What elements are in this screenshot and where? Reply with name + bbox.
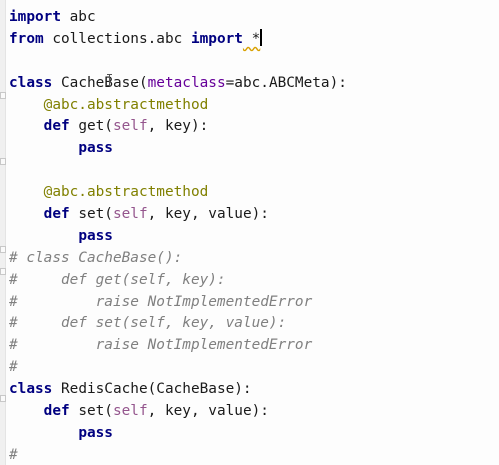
code-comment: # def get(self, key): <box>9 271 226 288</box>
fold-marker-icon[interactable] <box>0 158 6 165</box>
code-comment: # class CacheBase(): <box>9 249 183 266</box>
code-line[interactable]: # raise NotImplementedError <box>9 335 347 357</box>
code-keyword: import <box>9 9 61 25</box>
code-keyword: import <box>190 30 243 47</box>
code-line[interactable]: # <box>9 445 347 465</box>
code-line[interactable]: # raise NotImplementedError <box>9 292 347 314</box>
code-line[interactable]: from collections.abc import * <box>9 28 347 51</box>
code-comment: # <box>9 359 18 376</box>
code-keyword: def <box>43 403 70 420</box>
code-token: * <box>242 30 261 47</box>
code-area[interactable]: import abc from collections.abc import * c… <box>9 7 347 465</box>
code-line[interactable]: import abc <box>9 7 347 29</box>
code-token: self <box>112 206 148 223</box>
code-token: , key): <box>147 118 209 135</box>
code-comment: # <box>9 446 18 463</box>
code-keyword: pass <box>78 227 113 244</box>
code-token: RedisCache(CacheBase): <box>52 381 252 398</box>
code-line[interactable]: def set(self, key, value): <box>9 204 347 226</box>
fold-marker-icon[interactable] <box>0 268 6 275</box>
code-comment: # def set(self, key, value): <box>9 315 287 332</box>
code-token: set( <box>69 206 113 223</box>
code-line[interactable]: # <box>9 357 347 379</box>
code-line[interactable]: # def set(self, key, value): <box>9 313 347 335</box>
code-token: self <box>112 403 148 420</box>
code-line[interactable]: # def get(self, key): <box>9 270 347 292</box>
code-comment: # raise NotImplementedError <box>9 293 313 310</box>
code-token: set( <box>69 403 113 420</box>
code-token: CacheBase( <box>52 74 148 91</box>
fold-marker-icon[interactable] <box>0 395 6 402</box>
code-line[interactable]: def get(self, key): <box>9 116 347 138</box>
code-keyword: pass <box>78 424 113 441</box>
code-line[interactable]: pass <box>9 226 347 248</box>
code-line[interactable]: class RedisCache(CacheBase): <box>9 379 347 401</box>
text-caret <box>260 28 263 46</box>
code-token: get( <box>69 118 113 135</box>
code-token: @abc.abstractmethod <box>43 184 209 201</box>
code-comment: # raise NotImplementedError <box>9 337 313 354</box>
code-keyword: from <box>9 30 44 47</box>
code-line[interactable]: pass <box>9 423 347 445</box>
fold-marker-icon[interactable] <box>0 246 6 253</box>
code-line[interactable]: def set(self, key, value): <box>9 401 347 423</box>
code-token: =abc.ABCMeta): <box>225 74 347 91</box>
code-keyword: def <box>43 206 70 223</box>
code-keyword: class <box>9 74 53 91</box>
code-line[interactable]: pass <box>9 138 347 160</box>
code-editor[interactable]: import abc from collections.abc import * c… <box>0 0 499 465</box>
code-line[interactable]: @abc.abstractmethod <box>9 182 347 204</box>
code-line[interactable] <box>9 51 347 73</box>
code-line[interactable]: class CacheBase(metaclass=abc.ABCMeta): <box>9 73 347 95</box>
fold-marker-icon[interactable] <box>0 92 6 99</box>
code-keyword: def <box>43 118 70 135</box>
code-keyword: class <box>9 381 53 398</box>
code-token: , key, value): <box>147 206 269 223</box>
code-line[interactable]: # class CacheBase(): <box>9 248 347 270</box>
code-token: abc <box>60 9 96 25</box>
code-line[interactable] <box>9 160 347 182</box>
mouse-ibeam-cursor-icon <box>107 74 112 86</box>
code-token: @abc.abstractmethod <box>43 96 209 113</box>
code-token: metaclass <box>147 74 226 91</box>
code-token: self <box>112 118 148 135</box>
code-keyword: pass <box>78 140 113 157</box>
code-token: collections.abc <box>43 30 191 47</box>
editor-gutter[interactable] <box>0 0 6 465</box>
code-line[interactable]: @abc.abstractmethod <box>9 95 347 117</box>
code-token: , key, value): <box>147 403 269 420</box>
